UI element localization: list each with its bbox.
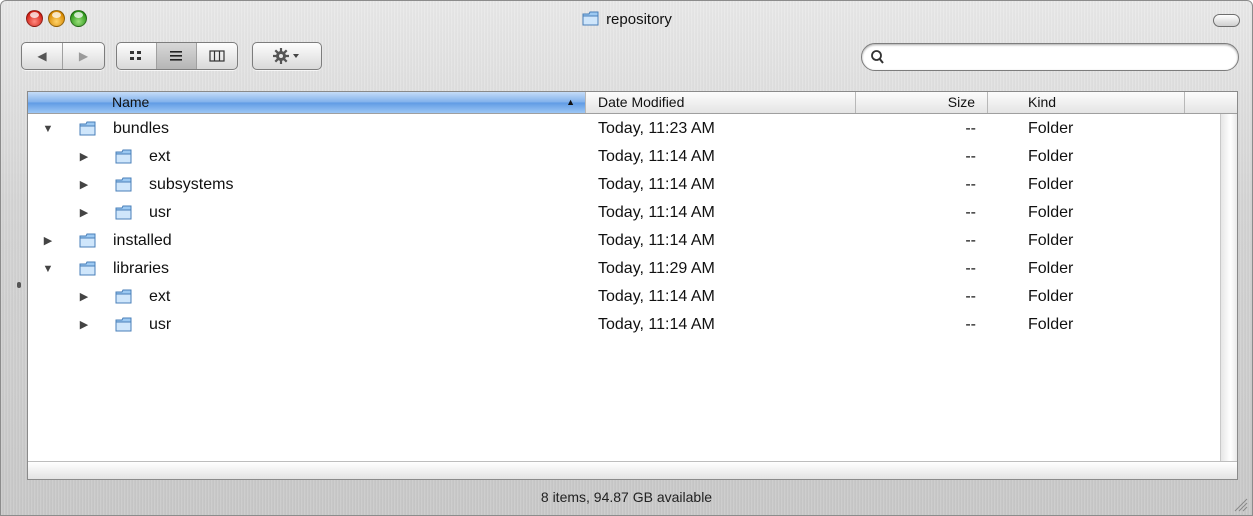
search-input[interactable] [890, 47, 1224, 69]
file-name: bundles [113, 120, 170, 137]
date-modified: Today, 11:14 AM [598, 176, 715, 193]
window-title-text: repository [606, 10, 672, 28]
finder-window: repository ◀ ▶ Name ▲ Date Modified Size… [0, 0, 1253, 516]
file-kind: Folder [1028, 176, 1074, 193]
column-header-kind-label: Kind [1028, 94, 1057, 110]
column-header-row: Name ▲ Date Modified Size Kind [28, 92, 1237, 114]
file-size: -- [965, 288, 976, 305]
horizontal-scrollbar[interactable] [28, 461, 1237, 479]
list-view-icon [170, 51, 183, 61]
table-row[interactable]: ▶ usr Today, 11:14 AM -- Folder [28, 311, 1222, 339]
action-menu-button[interactable] [252, 42, 322, 70]
column-header-size-label: Size [947, 94, 975, 110]
file-size: -- [965, 232, 976, 249]
folder-icon [79, 121, 96, 136]
file-size: -- [965, 148, 976, 165]
folder-icon [115, 205, 132, 220]
disclosure-triangle-expanded-icon[interactable]: ▼ [41, 115, 55, 143]
search-field[interactable] [861, 43, 1239, 71]
table-row[interactable]: ▶ ext Today, 11:14 AM -- Folder [28, 143, 1222, 171]
table-row[interactable]: ▼ libraries Today, 11:29 AM -- Folder [28, 255, 1222, 283]
file-name: usr [149, 316, 172, 333]
column-header-date-modified[interactable]: Date Modified [586, 92, 856, 113]
file-kind: Folder [1028, 232, 1074, 249]
disclosure-triangle-collapsed-icon[interactable]: ▶ [41, 227, 55, 255]
table-row[interactable]: ▶ installed Today, 11:14 AM -- Folder [28, 227, 1222, 255]
file-name: ext [149, 288, 171, 305]
table-row[interactable]: ▶ ext Today, 11:14 AM -- Folder [28, 283, 1222, 311]
disclosure-triangle-collapsed-icon[interactable]: ▶ [77, 171, 91, 199]
folder-icon [79, 261, 96, 276]
window-title: repository [1, 10, 1252, 32]
file-kind: Folder [1028, 260, 1074, 277]
gear-icon [273, 48, 299, 64]
disclosure-triangle-collapsed-icon[interactable]: ▶ [77, 143, 91, 171]
file-name: usr [149, 204, 172, 221]
back-button[interactable]: ◀ [22, 43, 63, 69]
file-name: libraries [113, 260, 170, 277]
folder-icon [115, 149, 132, 164]
file-kind: Folder [1028, 204, 1074, 221]
date-modified: Today, 11:14 AM [598, 316, 715, 333]
disclosure-triangle-collapsed-icon[interactable]: ▶ [77, 283, 91, 311]
status-bar: 8 items, 94.87 GB available [1, 485, 1252, 515]
folder-icon [115, 177, 132, 192]
column-header-name[interactable]: Name ▲ [28, 92, 586, 113]
folder-icon [115, 289, 132, 304]
disclosure-triangle-collapsed-icon[interactable]: ▶ [77, 311, 91, 339]
file-kind: Folder [1028, 120, 1074, 137]
file-size: -- [965, 204, 976, 221]
forward-arrow-icon: ▶ [78, 49, 89, 63]
column-header-name-label: Name [112, 94, 150, 110]
table-row[interactable]: ▶ usr Today, 11:14 AM -- Folder [28, 199, 1222, 227]
date-modified: Today, 11:23 AM [598, 120, 715, 137]
column-view-button[interactable] [197, 43, 237, 69]
file-name: subsystems [149, 176, 234, 193]
folder-icon [115, 317, 132, 332]
navigation-group: ◀ ▶ [21, 42, 105, 70]
icon-view-icon [130, 51, 142, 60]
view-mode-group [116, 42, 238, 70]
file-kind: Folder [1028, 148, 1074, 165]
column-header-empty [1185, 92, 1222, 113]
file-name: ext [149, 148, 171, 165]
column-header-date-label: Date Modified [598, 94, 685, 110]
icon-view-button[interactable] [117, 43, 157, 69]
sidebar-splitter-handle[interactable] [17, 282, 21, 288]
disclosure-triangle-collapsed-icon[interactable]: ▶ [77, 199, 91, 227]
list-view-button[interactable] [156, 43, 197, 69]
file-size: -- [965, 120, 976, 137]
date-modified: Today, 11:14 AM [598, 204, 715, 221]
file-kind: Folder [1028, 288, 1074, 305]
file-kind: Folder [1028, 316, 1074, 333]
file-list: Name ▲ Date Modified Size Kind ▼ bundles T… [27, 91, 1238, 480]
column-view-icon [209, 50, 225, 62]
resize-grip-icon[interactable] [1232, 496, 1248, 512]
folder-icon [79, 233, 96, 248]
file-size: -- [965, 176, 976, 193]
disclosure-triangle-expanded-icon[interactable]: ▼ [41, 255, 55, 283]
vertical-scrollbar[interactable] [1220, 114, 1237, 464]
folder-icon [582, 11, 599, 26]
search-icon [871, 50, 884, 64]
status-text: 8 items, 94.87 GB available [540, 489, 713, 505]
date-modified: Today, 11:14 AM [598, 148, 715, 165]
column-header-kind[interactable]: Kind [988, 92, 1185, 113]
table-row[interactable]: ▼ bundles Today, 11:23 AM -- Folder [28, 115, 1222, 143]
table-row[interactable]: ▶ subsystems Today, 11:14 AM -- Folder [28, 171, 1222, 199]
back-arrow-icon: ◀ [37, 49, 47, 63]
date-modified: Today, 11:14 AM [598, 288, 715, 305]
title-bar[interactable]: repository [1, 1, 1252, 35]
sort-ascending-icon: ▲ [566, 97, 575, 107]
date-modified: Today, 11:29 AM [598, 260, 715, 277]
toolbar-toggle-button[interactable] [1213, 14, 1240, 27]
file-size: -- [965, 260, 976, 277]
forward-button[interactable]: ▶ [63, 43, 104, 69]
file-name: installed [113, 232, 172, 249]
date-modified: Today, 11:14 AM [598, 232, 715, 249]
file-size: -- [965, 316, 976, 333]
column-header-size[interactable]: Size [856, 92, 988, 113]
